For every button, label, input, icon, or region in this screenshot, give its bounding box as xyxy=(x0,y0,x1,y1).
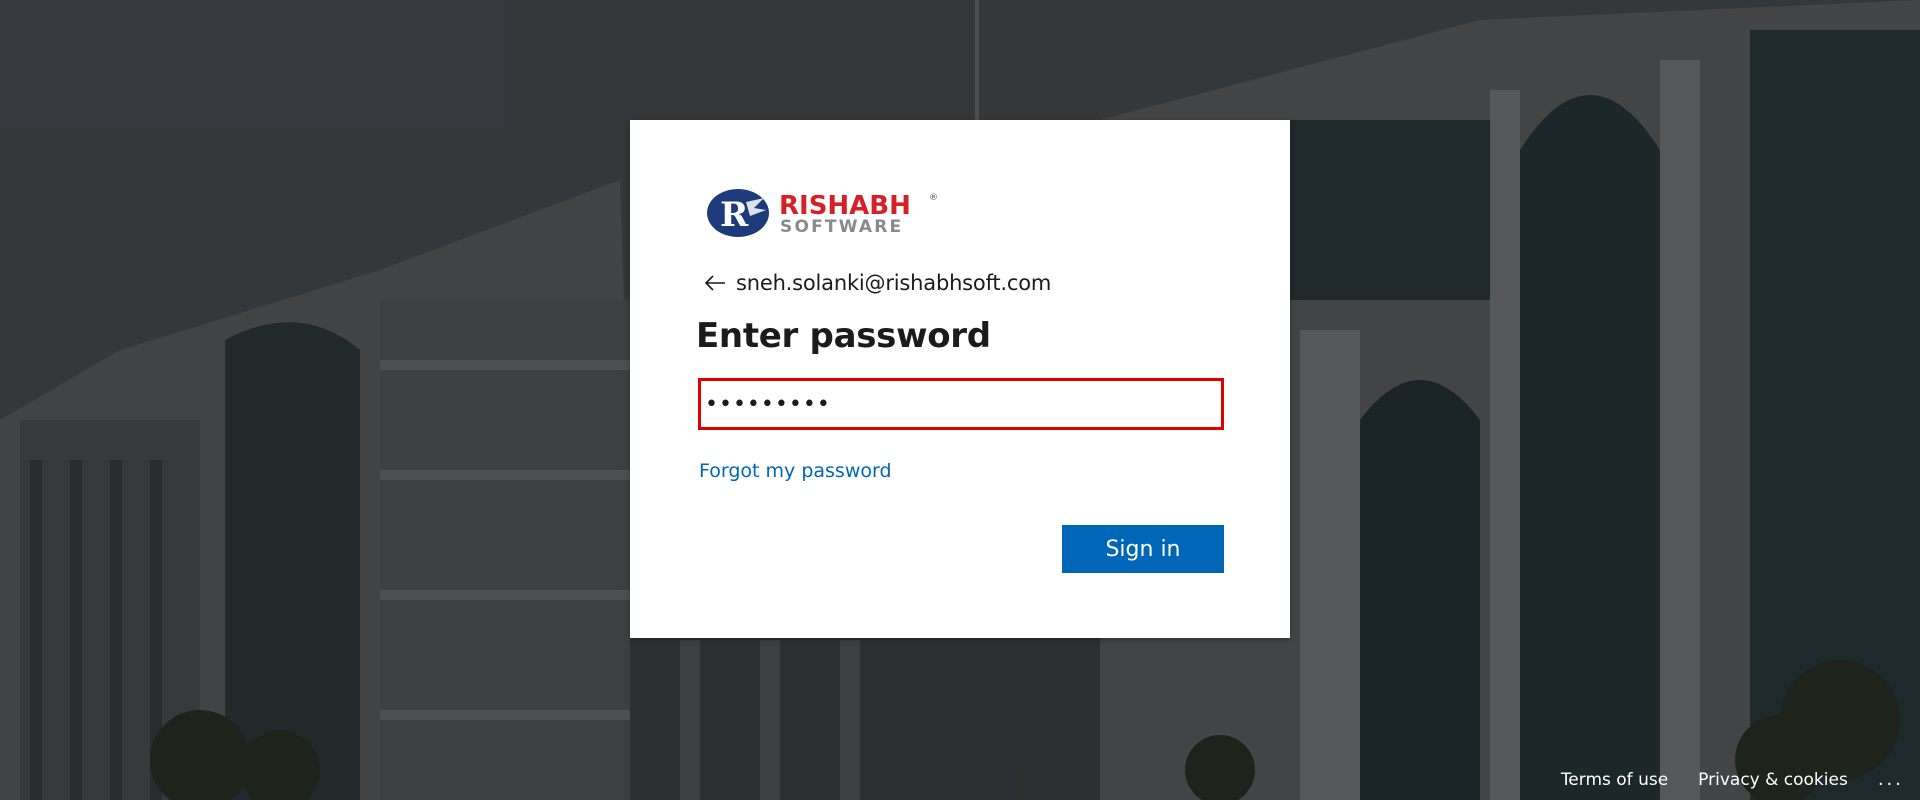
terms-of-use-link[interactable]: Terms of use xyxy=(1561,770,1668,790)
signin-card: R RISHABH ® SOFTWARE sneh.solanki@rishab… xyxy=(630,120,1290,638)
more-options-icon[interactable]: ... xyxy=(1878,769,1904,790)
forgot-password-link[interactable]: Forgot my password xyxy=(699,460,892,482)
privacy-cookies-link[interactable]: Privacy & cookies xyxy=(1698,770,1848,790)
footer: Terms of use Privacy & cookies ... xyxy=(1561,769,1904,790)
password-input[interactable] xyxy=(698,378,1224,430)
svg-text:R: R xyxy=(720,195,749,235)
company-logo: R RISHABH ® SOFTWARE xyxy=(706,186,946,240)
logo-text-software: SOFTWARE xyxy=(780,217,903,237)
logo-registered-mark: ® xyxy=(929,193,938,203)
page-title: Enter password xyxy=(696,316,991,356)
sign-in-button[interactable]: Sign in xyxy=(1062,525,1224,573)
rishabh-logo-icon: R RISHABH ® SOFTWARE xyxy=(707,189,938,237)
back-arrow-icon[interactable] xyxy=(702,270,728,296)
identity-banner: sneh.solanki@rishabhsoft.com xyxy=(702,268,1051,298)
account-email: sneh.solanki@rishabhsoft.com xyxy=(736,271,1052,295)
